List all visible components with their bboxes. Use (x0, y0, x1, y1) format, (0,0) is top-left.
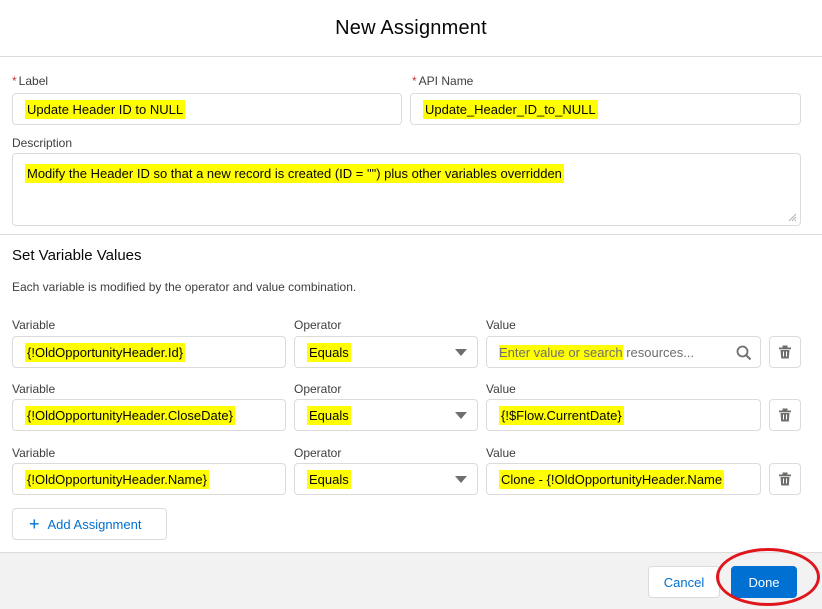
trash-icon (779, 345, 791, 359)
value-input-1[interactable]: Enter value or search resources... (486, 336, 761, 368)
operator-column-label: Operator (294, 382, 342, 396)
variable-column-label: Variable (12, 318, 56, 332)
trash-icon (779, 472, 791, 486)
modal-title: New Assignment (335, 16, 487, 39)
new-assignment-modal: New Assignment * Label Update Header ID t… (0, 0, 822, 609)
variable-column-label: Variable (12, 446, 56, 460)
add-assignment-button[interactable]: + Add Assignment (12, 508, 167, 540)
operator-select-3[interactable]: Equals (294, 463, 478, 495)
description-field-label: Description (12, 136, 73, 150)
delete-assignment-button-3[interactable] (769, 463, 801, 495)
chevron-down-icon (455, 412, 467, 419)
operator-select-1[interactable]: Equals (294, 336, 478, 368)
value-column-label: Value (486, 318, 516, 332)
trash-icon (779, 408, 791, 422)
value-input-3[interactable]: Clone - {!OldOpportunityHeader.Name (486, 463, 761, 495)
label-input[interactable]: Update Header ID to NULL (12, 93, 402, 125)
label-field-label: * Label (12, 74, 49, 88)
add-assignment-label: Add Assignment (47, 516, 142, 532)
delete-assignment-button-1[interactable] (769, 336, 801, 368)
description-textarea[interactable]: Modify the Header ID so that a new recor… (12, 153, 801, 226)
section-help-text: Each variable is modified by the operato… (12, 280, 357, 294)
api-name-input[interactable]: Update_Header_ID_to_NULL (410, 93, 801, 125)
plus-icon: + (29, 514, 40, 534)
operator-column-label: Operator (294, 446, 342, 460)
section-divider (0, 234, 822, 235)
api-name-field-label: * API Name (412, 74, 474, 88)
done-button[interactable]: Done (731, 566, 797, 598)
search-icon[interactable] (736, 345, 752, 361)
variable-input-1[interactable]: {!OldOpportunityHeader.Id} (12, 336, 286, 368)
chevron-down-icon (455, 349, 467, 356)
modal-header: New Assignment (0, 0, 822, 57)
variable-input-3[interactable]: {!OldOpportunityHeader.Name} (12, 463, 286, 495)
chevron-down-icon (455, 476, 467, 483)
variable-column-label: Variable (12, 382, 56, 396)
cancel-button[interactable]: Cancel (648, 566, 720, 598)
operator-select-2[interactable]: Equals (294, 399, 478, 431)
value-input-2[interactable]: {!$Flow.CurrentDate} (486, 399, 761, 431)
value-column-label: Value (486, 446, 516, 460)
resize-handle-icon[interactable] (788, 213, 797, 222)
section-title: Set Variable Values (12, 247, 142, 264)
operator-column-label: Operator (294, 318, 342, 332)
value-column-label: Value (486, 382, 516, 396)
delete-assignment-button-2[interactable] (769, 399, 801, 431)
variable-input-2[interactable]: {!OldOpportunityHeader.CloseDate} (12, 399, 286, 431)
